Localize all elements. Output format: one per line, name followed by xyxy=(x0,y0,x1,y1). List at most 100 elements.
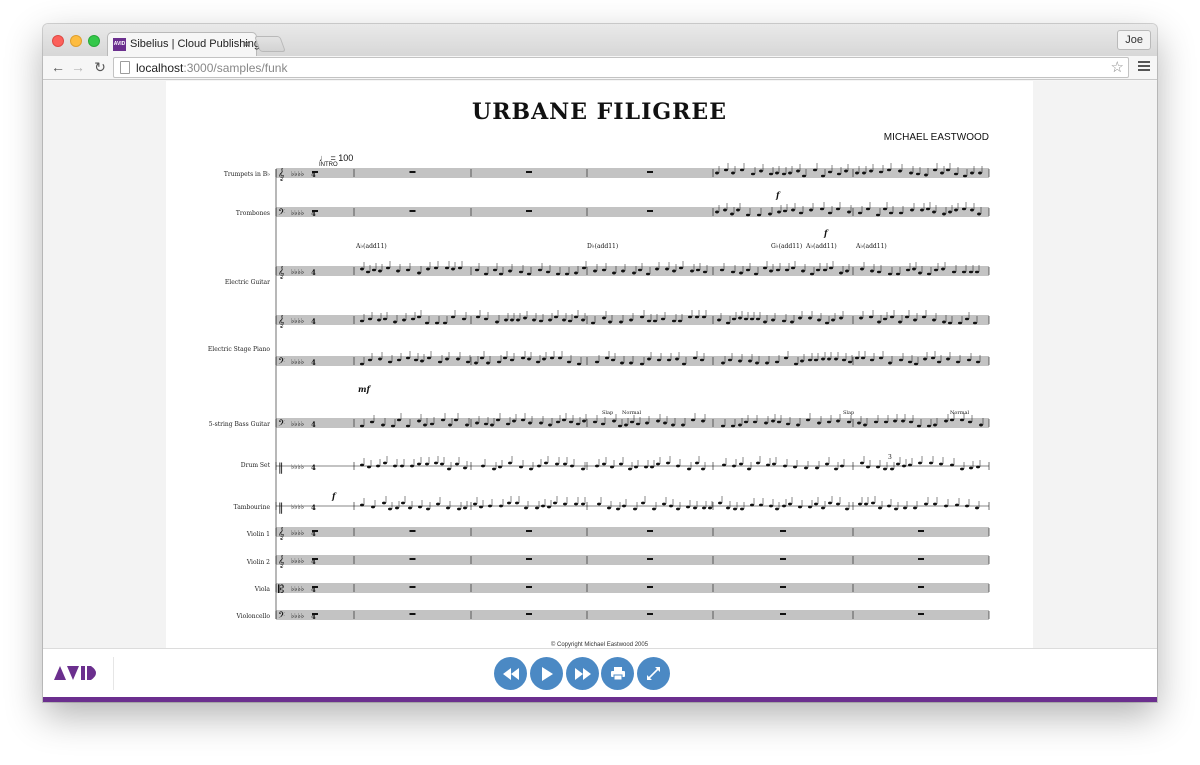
print-button[interactable] xyxy=(601,657,634,690)
note-head xyxy=(395,506,399,510)
forward-arrow-icon[interactable]: → xyxy=(69,58,87,76)
note-head xyxy=(656,419,660,423)
key-signature: ♭♭♭♭ xyxy=(291,463,304,471)
note-head xyxy=(597,502,601,506)
minimize-window-button[interactable] xyxy=(70,35,82,47)
note-head xyxy=(946,357,950,361)
note-head xyxy=(946,168,950,172)
note-head xyxy=(360,463,364,467)
note-head xyxy=(920,208,924,212)
note-head xyxy=(765,361,769,365)
note-head xyxy=(871,501,875,505)
note-head xyxy=(918,461,922,465)
composer-credit: MICHAEL EASTWOOD xyxy=(883,132,989,143)
note-head xyxy=(650,465,654,469)
note-head xyxy=(786,422,790,426)
note-head xyxy=(662,502,666,506)
tab-title: Sibelius | Cloud Publishing xyxy=(130,38,261,50)
clef-icon: 𝄞 xyxy=(278,555,285,568)
note-head xyxy=(967,358,971,362)
note-head xyxy=(434,461,438,465)
note-head xyxy=(503,356,507,360)
tab-close-icon[interactable]: × xyxy=(243,37,250,51)
back-arrow-icon[interactable]: ← xyxy=(49,58,67,76)
time-signature: 4 xyxy=(311,268,316,277)
note-head xyxy=(738,423,742,427)
note-head xyxy=(977,212,981,216)
note-head xyxy=(417,315,421,319)
note-head xyxy=(726,506,730,510)
reload-icon[interactable]: ↻ xyxy=(91,58,109,76)
note-head xyxy=(544,461,548,465)
note-head xyxy=(724,168,728,172)
tab-sibelius[interactable]: AVID Sibelius | Cloud Publishing × xyxy=(107,32,261,56)
note-head xyxy=(883,467,887,471)
note-head xyxy=(831,318,835,322)
note-head xyxy=(406,424,410,428)
note-head xyxy=(367,465,371,469)
note-head xyxy=(691,418,695,422)
note-head xyxy=(556,272,560,276)
new-tab-button[interactable] xyxy=(254,36,286,52)
note-head xyxy=(548,318,552,322)
note-head xyxy=(612,419,616,423)
close-window-button[interactable] xyxy=(52,35,64,47)
profile-button[interactable]: Joe xyxy=(1117,30,1151,50)
note-head xyxy=(562,318,566,322)
note-head xyxy=(569,420,573,424)
note-head xyxy=(633,507,637,511)
note-head xyxy=(808,505,812,509)
note-head xyxy=(732,464,736,468)
note-head xyxy=(581,467,585,471)
note-head xyxy=(738,359,742,363)
note-head xyxy=(611,358,615,362)
note-head xyxy=(621,269,625,273)
note-head xyxy=(417,271,421,275)
fullscreen-button[interactable] xyxy=(637,657,670,690)
note-head xyxy=(847,210,851,214)
note-head xyxy=(465,423,469,427)
note-head xyxy=(440,462,444,466)
note-head xyxy=(960,467,964,471)
note-head xyxy=(910,208,914,212)
note-head xyxy=(916,172,920,176)
maximize-window-button[interactable] xyxy=(88,35,100,47)
note-head xyxy=(913,506,917,510)
key-signature: ♭♭♭♭ xyxy=(291,529,304,537)
note-head xyxy=(516,318,520,322)
note-head xyxy=(771,419,775,423)
bookmark-star-icon[interactable]: ☆ xyxy=(1111,58,1124,76)
key-signature: ♭♭♭♭ xyxy=(291,585,304,593)
address-bar[interactable]: localhost:3000/samples/funk ☆ xyxy=(113,57,1129,78)
note-head xyxy=(931,356,935,360)
browser-menu-icon[interactable] xyxy=(1136,59,1152,75)
whole-rest xyxy=(647,558,653,560)
note-head xyxy=(645,421,649,425)
note-head xyxy=(368,317,372,321)
instrument-label: Drum Set xyxy=(241,462,271,469)
rewind-button[interactable] xyxy=(494,657,527,690)
note-head xyxy=(883,207,887,211)
note-head xyxy=(732,317,736,321)
note-head xyxy=(647,319,651,323)
chord-symbol: G♭(add11) xyxy=(771,243,802,250)
note-head xyxy=(883,317,887,321)
note-head xyxy=(462,317,466,321)
instrument-label: Violoncello xyxy=(235,613,270,620)
note-head xyxy=(782,504,786,508)
note-head xyxy=(777,210,781,214)
note-head xyxy=(701,467,705,471)
note-head xyxy=(563,462,567,466)
note-head xyxy=(848,360,852,364)
note-head xyxy=(562,418,566,422)
play-button[interactable] xyxy=(530,657,563,690)
fast-forward-button[interactable] xyxy=(566,657,599,690)
note-head xyxy=(458,266,462,270)
note-head xyxy=(808,358,812,362)
note-head xyxy=(581,318,585,322)
note-head xyxy=(393,320,397,324)
note-head xyxy=(898,169,902,173)
note-head xyxy=(740,168,744,172)
note-head xyxy=(954,208,958,212)
note-head xyxy=(794,362,798,366)
